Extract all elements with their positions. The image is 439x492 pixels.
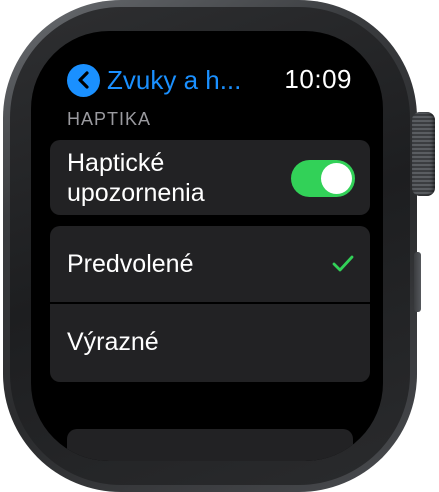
watch-screen: Zvuky a h... 10:09 HAPTIKA Haptické upoz… xyxy=(31,31,383,461)
toggle-knob xyxy=(321,163,352,194)
status-bar: Zvuky a h... 10:09 xyxy=(31,31,383,111)
digital-crown[interactable] xyxy=(412,112,435,196)
option-default[interactable]: Predvolené xyxy=(50,226,370,302)
back-label: Zvuky a h... xyxy=(107,64,242,95)
option-prominent-label: Výrazné xyxy=(67,328,159,356)
haptic-alerts-label: Haptické upozornenia xyxy=(67,149,205,207)
back-button[interactable]: Zvuky a h... xyxy=(67,63,262,97)
next-row-partial xyxy=(67,429,353,461)
haptic-alerts-toggle[interactable] xyxy=(291,160,355,197)
option-default-label: Predvolené xyxy=(67,250,194,278)
checkmark-icon xyxy=(332,255,354,272)
chevron-left-icon xyxy=(67,63,100,97)
haptic-alerts-row[interactable]: Haptické upozornenia xyxy=(50,140,370,215)
clock: 10:09 xyxy=(284,64,352,94)
side-button[interactable] xyxy=(414,252,421,312)
option-prominent[interactable]: Výrazné xyxy=(50,304,370,382)
section-header: HAPTIKA xyxy=(67,109,152,129)
